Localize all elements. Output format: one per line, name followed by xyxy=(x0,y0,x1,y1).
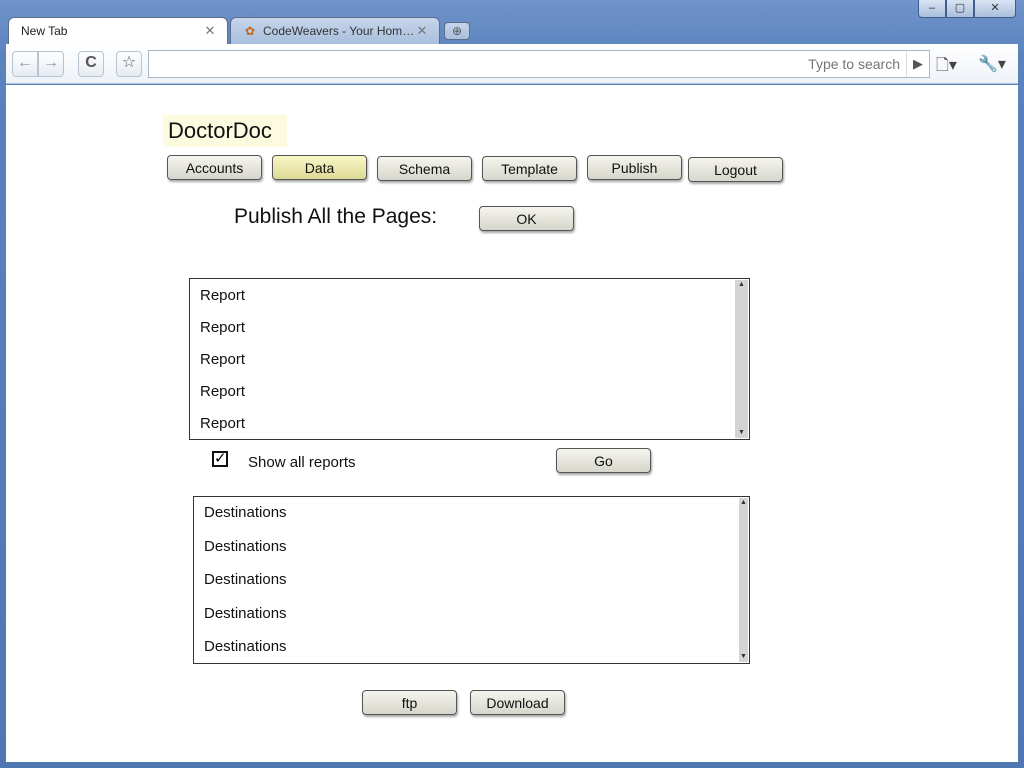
list-item[interactable]: Report xyxy=(200,287,245,304)
go-button[interactable]: Go xyxy=(556,448,651,473)
tab-strip: New Tab ✕ ✿ CodeWeavers - Your Home... ✕… xyxy=(0,0,1024,44)
tab-data[interactable]: Data xyxy=(272,155,367,180)
plus-icon: ⊕ xyxy=(451,24,463,38)
scroll-up-icon[interactable]: ▲ xyxy=(739,499,748,507)
minimize-button[interactable]: – xyxy=(918,0,946,18)
wrench-menu-icon[interactable]: 🔧▾ xyxy=(978,54,1006,74)
scroll-down-icon[interactable]: ▼ xyxy=(739,653,748,661)
close-icon[interactable]: ✕ xyxy=(203,23,217,39)
close-icon[interactable]: ✕ xyxy=(415,23,429,39)
tab-codeweavers[interactable]: ✿ CodeWeavers - Your Home... ✕ xyxy=(230,17,440,44)
ftp-button[interactable]: ftp xyxy=(362,690,457,715)
minimize-icon: – xyxy=(928,2,936,14)
list-item[interactable]: Destinations xyxy=(204,504,287,521)
page-menu-icon[interactable]: 🗋▾ xyxy=(936,54,957,81)
star-icon: ☆ xyxy=(121,54,137,71)
tab-label: New Tab xyxy=(21,24,68,38)
maximize-icon: ▢ xyxy=(954,2,966,14)
publish-all-label: Publish All the Pages: xyxy=(234,205,438,228)
maximize-button[interactable]: ▢ xyxy=(946,0,974,18)
ok-button[interactable]: OK xyxy=(479,206,574,231)
address-bar: ▶ xyxy=(148,50,930,78)
checkbox-label: Show all reports xyxy=(248,454,356,471)
page-viewport: DoctorDoc Accounts Data Schema Template … xyxy=(6,85,1018,762)
arrow-right-icon: → xyxy=(43,54,59,71)
list-item[interactable]: Report xyxy=(200,415,245,432)
show-all-reports-checkbox[interactable]: ✓ Show all reports xyxy=(212,451,356,471)
list-item[interactable]: Report xyxy=(200,383,245,400)
list-item[interactable]: Report xyxy=(200,319,245,336)
logout-button[interactable]: Logout xyxy=(688,157,783,182)
app-logo: DoctorDoc xyxy=(163,115,287,147)
back-button[interactable]: ← xyxy=(12,51,38,77)
tab-template[interactable]: Template xyxy=(482,156,577,181)
tab-label: CodeWeavers - Your Home... xyxy=(263,24,415,38)
reload-button[interactable]: C xyxy=(78,51,104,77)
close-icon: ✕ xyxy=(990,2,1000,14)
bookmark-button[interactable]: ☆ xyxy=(116,51,142,77)
list-item[interactable]: Destinations xyxy=(204,605,287,622)
reports-rows: Report Report Report Report Report xyxy=(190,279,733,439)
forward-button[interactable]: → xyxy=(38,51,64,77)
tab-accounts[interactable]: Accounts xyxy=(167,155,262,180)
arrow-left-icon: ← xyxy=(17,54,33,71)
list-item[interactable]: Destinations xyxy=(204,638,287,655)
new-tab-button[interactable]: ⊕ xyxy=(444,22,470,40)
scroll-down-icon[interactable]: ▼ xyxy=(735,429,748,437)
download-button[interactable]: Download xyxy=(470,690,565,715)
tab-new-tab[interactable]: New Tab ✕ xyxy=(8,17,228,44)
list-item[interactable]: Destinations xyxy=(204,538,287,555)
destinations-rows: Destinations Destinations Destinations D… xyxy=(194,497,733,663)
close-window-button[interactable]: ✕ xyxy=(974,0,1016,18)
reload-icon: C xyxy=(85,54,97,71)
browser-toolbar: ← → C ☆ ▶ 🗋▾ 🔧▾ xyxy=(6,44,1018,84)
list-item[interactable]: Destinations xyxy=(204,571,287,588)
reports-scrollbar[interactable]: ▲ ▼ xyxy=(735,280,748,438)
codeweavers-favicon-icon: ✿ xyxy=(244,24,256,38)
tab-publish[interactable]: Publish xyxy=(587,155,682,180)
window-controls: – ▢ ✕ xyxy=(918,0,1016,18)
destinations-scrollbar[interactable]: ▲ ▼ xyxy=(739,498,748,662)
tab-schema[interactable]: Schema xyxy=(377,156,472,181)
destinations-listbox[interactable]: Destinations Destinations Destinations D… xyxy=(193,496,750,664)
checkmark-icon[interactable]: ✓ xyxy=(212,451,228,467)
address-input[interactable] xyxy=(149,51,906,77)
reports-listbox[interactable]: Report Report Report Report Report ▲ ▼ xyxy=(189,278,750,440)
list-item[interactable]: Report xyxy=(200,351,245,368)
browser-window: New Tab ✕ ✿ CodeWeavers - Your Home... ✕… xyxy=(0,0,1024,768)
play-icon[interactable]: ▶ xyxy=(906,51,923,77)
scroll-up-icon[interactable]: ▲ xyxy=(735,281,748,289)
